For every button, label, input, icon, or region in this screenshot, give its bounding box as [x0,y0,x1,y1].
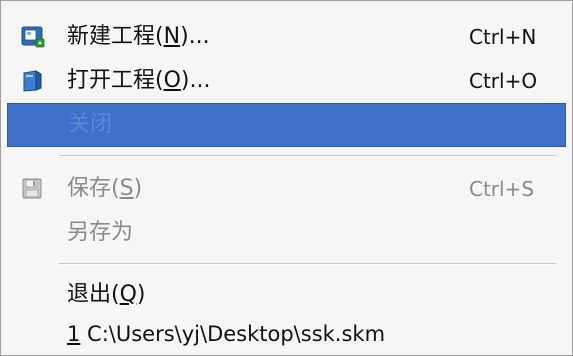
floppy-disk-icon [21,178,45,200]
menu-separator [59,155,556,157]
menu-item-save-as[interactable]: 另存为 [7,211,566,255]
menu-panel: 新建工程(N)... Ctrl+N 打开工程(O)... Ctrl+O 关闭 保… [3,3,570,353]
file-menu: 新建工程(N)... Ctrl+N 打开工程(O)... Ctrl+O 关闭 保… [0,0,573,356]
menu-item-label: 关闭 [68,112,113,137]
menu-item-label: 1 C:\Users\yj\Desktop\ssk.skm [67,322,386,346]
menu-item-save[interactable]: 保存(S) Ctrl+S [7,167,566,211]
menu-item-label: 新建工程(N)... [67,24,210,49]
menu-item-new-project[interactable]: 新建工程(N)... Ctrl+N [7,15,566,59]
menu-item-label: 保存(S) [67,176,143,201]
shortcut-label: Ctrl+S [469,177,535,201]
menu-separator [59,263,556,265]
menu-item-open-project[interactable]: 打开工程(O)... Ctrl+O [7,59,566,103]
new-project-icon [21,26,45,48]
shortcut-label: Ctrl+O [469,69,538,93]
menu-item-recent-file[interactable]: 1 C:\Users\yj\Desktop\ssk.skm [7,315,566,353]
menu-item-label: 另存为 [67,220,134,245]
menu-item-label: 退出(Q) [67,282,146,307]
shortcut-label: Ctrl+N [469,25,537,49]
menu-item-label: 打开工程(O)... [67,68,211,93]
menu-item-close[interactable]: 关闭 [7,103,566,147]
open-project-icon [21,70,45,92]
menu-item-exit[interactable]: 退出(Q) [7,273,566,317]
